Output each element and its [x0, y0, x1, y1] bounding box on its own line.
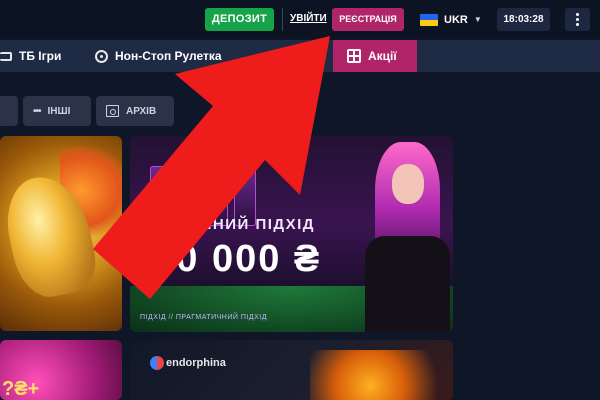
gift-icon [347, 49, 361, 63]
nav-tv-games-label: ТБ Ігри [19, 49, 62, 63]
promo-heading: АГМАТИЧНИЙ ПІДХІД [130, 216, 315, 233]
filter-archive[interactable]: АРХІВ [96, 96, 174, 126]
tv-icon [0, 51, 12, 61]
nav-nonstop-roulette-label: Нон-Стоп Рулетка [115, 49, 222, 63]
character-jacket-art [365, 236, 450, 332]
language-selector[interactable]: UKR ▼ [420, 12, 482, 27]
endorphina-brand: endorphina [166, 357, 226, 369]
nav-nonstop-roulette[interactable]: Нон-Стоп Рулетка [95, 40, 222, 72]
deposit-button[interactable]: ДЕПОЗИТ [205, 8, 274, 31]
ukraine-flag-icon [420, 13, 438, 26]
promo-card-pink[interactable]: ?₴+ [0, 340, 122, 400]
promo-footer-text: ПІДХІД // ПРАГМАТИЧНИЙ ПІДХІД [140, 314, 267, 321]
endorphina-logo-icon [150, 356, 164, 370]
nav-promotions-label: Акції [368, 49, 397, 63]
roulette-icon [95, 49, 108, 63]
register-button[interactable]: РЕЄСТРАЦІЯ [332, 8, 404, 31]
filter-archive-label: АРХІВ [126, 105, 157, 117]
promo-amount: 500 000 ₴ [130, 238, 322, 280]
kebab-menu-icon[interactable] [565, 8, 590, 31]
archive-icon [106, 105, 119, 117]
dots-icon: ••• [33, 105, 41, 117]
promo-pink-text: ?₴+ [2, 378, 40, 400]
promo-card-pragmatic[interactable]: АГМАТИЧНИЙ ПІДХІД 500 000 ₴ ПІДХІД // ПР… [130, 136, 453, 332]
endorphina-art [310, 350, 453, 400]
divider [282, 8, 283, 31]
clock: 18:03:28 [497, 8, 550, 31]
filter-partial[interactable] [0, 96, 18, 126]
nav-promotions[interactable]: Акції [333, 40, 417, 72]
language-label: UKR [444, 13, 468, 26]
login-link[interactable]: УВІЙТИ [290, 13, 327, 24]
top-bar: ДЕПОЗИТ УВІЙТИ РЕЄСТРАЦІЯ UKR ▼ 18:03:28 [0, 0, 600, 38]
category-nav: ТБ Ігри Нон-Стоп Рулетка Акції [0, 40, 600, 72]
promo-card-golden-horse[interactable] [0, 136, 122, 331]
character-face-art [392, 164, 424, 204]
chevron-down-icon: ▼ [473, 15, 482, 24]
promo-card-endorphina[interactable]: endorphina [130, 340, 453, 400]
filter-other[interactable]: ••• ІНШІ [23, 96, 91, 126]
filter-other-label: ІНШІ [47, 105, 71, 117]
nav-tv-games[interactable]: ТБ Ігри [0, 40, 61, 72]
